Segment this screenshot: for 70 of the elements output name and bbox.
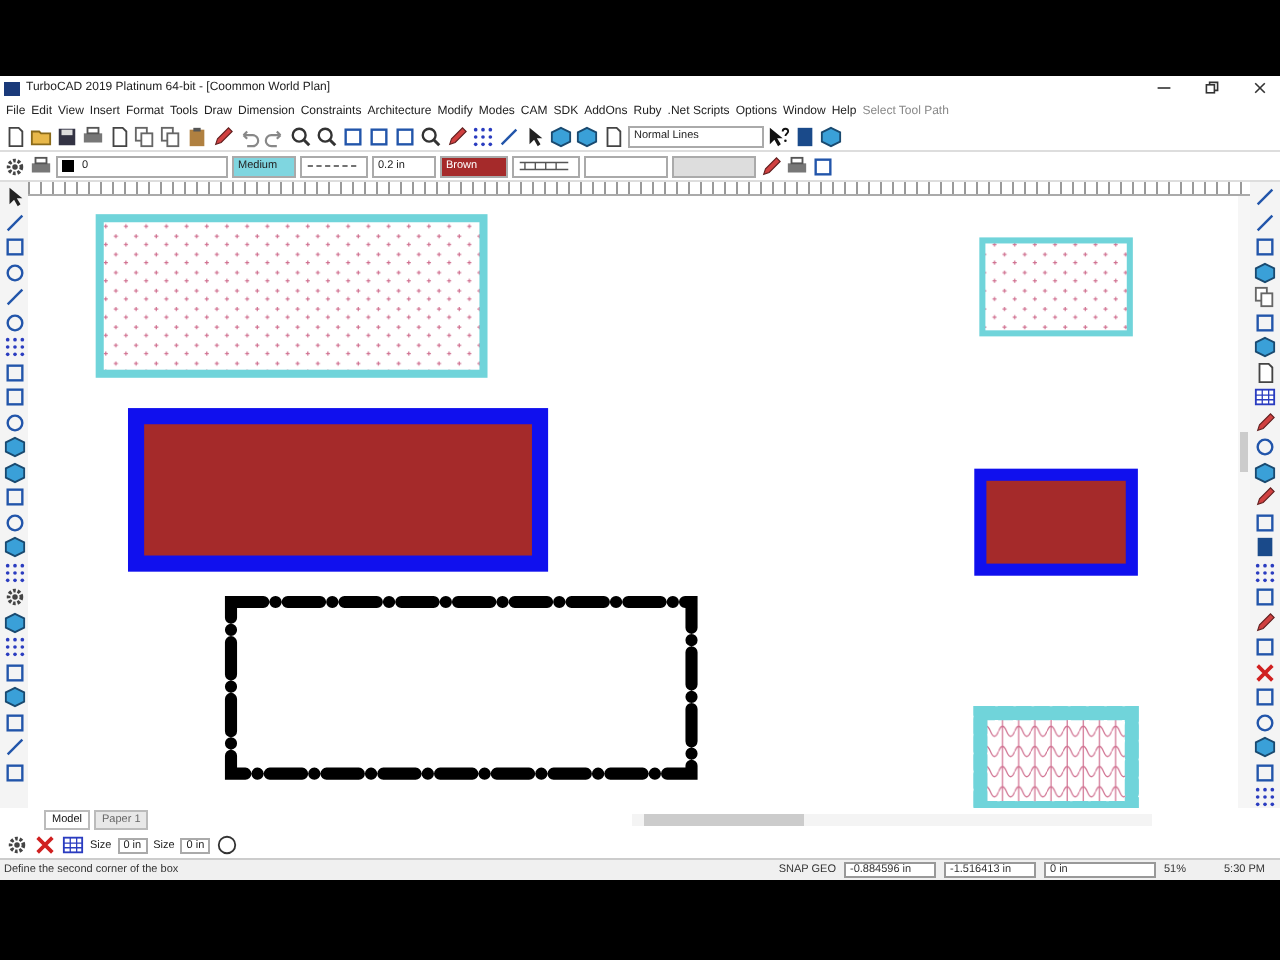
printer-icon[interactable] — [786, 155, 808, 177]
square-icon[interactable] — [1254, 636, 1276, 658]
square-icon[interactable] — [3, 661, 25, 683]
grid-icon[interactable] — [3, 561, 25, 583]
square-icon[interactable] — [3, 386, 25, 408]
help-pointer-icon[interactable] — [768, 125, 790, 147]
square-icon[interactable] — [1254, 511, 1276, 533]
printer-icon[interactable] — [30, 155, 52, 177]
square-icon[interactable] — [3, 761, 25, 783]
square-icon[interactable] — [368, 125, 390, 147]
vertical-scrollbar[interactable] — [1238, 196, 1250, 808]
square-icon[interactable] — [3, 236, 25, 258]
circle-icon[interactable] — [216, 834, 239, 856]
delete-icon[interactable] — [1254, 661, 1276, 683]
square-icon[interactable] — [3, 361, 25, 383]
delete-icon[interactable] — [34, 834, 56, 856]
grid-icon[interactable] — [472, 125, 494, 147]
horizontal-scrollbar[interactable] — [632, 814, 1153, 826]
line-icon[interactable] — [3, 736, 25, 758]
settings-icon[interactable] — [3, 586, 25, 608]
grid-icon[interactable] — [3, 336, 25, 358]
clipboard-icon[interactable] — [186, 125, 208, 147]
table-icon[interactable] — [1254, 386, 1276, 408]
settings-icon[interactable] — [6, 834, 28, 856]
square-icon[interactable] — [1254, 236, 1276, 258]
magnifier-icon[interactable] — [290, 125, 312, 147]
square-icon[interactable] — [812, 155, 834, 177]
close-button[interactable] — [1252, 80, 1268, 96]
square-icon[interactable] — [1254, 586, 1276, 608]
pencil-icon[interactable] — [1254, 411, 1276, 433]
scroll-thumb[interactable] — [644, 814, 805, 826]
hatch-pattern-dropdown[interactable] — [512, 155, 580, 177]
hatch-pattern-icon — [518, 160, 570, 172]
pencil-icon[interactable] — [1254, 611, 1276, 633]
line-icon[interactable] — [498, 125, 520, 147]
copy-icon[interactable] — [160, 125, 182, 147]
restore-button[interactable] — [1204, 80, 1220, 96]
line-icon[interactable] — [1254, 211, 1276, 233]
square-icon[interactable] — [342, 125, 364, 147]
scroll-thumb[interactable] — [1240, 432, 1248, 472]
settings-icon[interactable] — [4, 155, 26, 177]
square-icon[interactable] — [1254, 311, 1276, 333]
grid-icon[interactable] — [1254, 786, 1276, 808]
line-icon[interactable] — [1254, 186, 1276, 208]
circle-icon[interactable] — [3, 411, 25, 433]
circle-icon[interactable] — [1254, 711, 1276, 733]
pencil-icon[interactable] — [1254, 486, 1276, 508]
printer-icon[interactable] — [82, 125, 104, 147]
circle-icon[interactable] — [3, 511, 25, 533]
line-icon[interactable] — [3, 286, 25, 308]
magnifier-icon[interactable] — [316, 125, 338, 147]
square-icon[interactable] — [3, 711, 25, 733]
copy-icon[interactable] — [1254, 286, 1276, 308]
table-icon[interactable] — [62, 834, 84, 856]
square-icon[interactable] — [3, 486, 25, 508]
line-type-dropdown[interactable] — [300, 155, 368, 177]
copy-icon[interactable] — [134, 125, 156, 147]
circle-icon[interactable] — [1254, 436, 1276, 458]
square-icon[interactable] — [394, 125, 416, 147]
grid-icon[interactable] — [3, 636, 25, 658]
square-icon[interactable] — [1254, 686, 1276, 708]
grid-icon[interactable] — [1254, 561, 1276, 583]
page-icon[interactable] — [1254, 361, 1276, 383]
pointer-icon[interactable] — [524, 125, 546, 147]
dashed-line-icon — [306, 160, 358, 172]
square-icon[interactable] — [1254, 761, 1276, 783]
magnifier-icon[interactable] — [420, 125, 442, 147]
circle-icon[interactable] — [3, 261, 25, 283]
line-icon[interactable] — [3, 211, 25, 233]
circle-icon[interactable] — [3, 311, 25, 333]
